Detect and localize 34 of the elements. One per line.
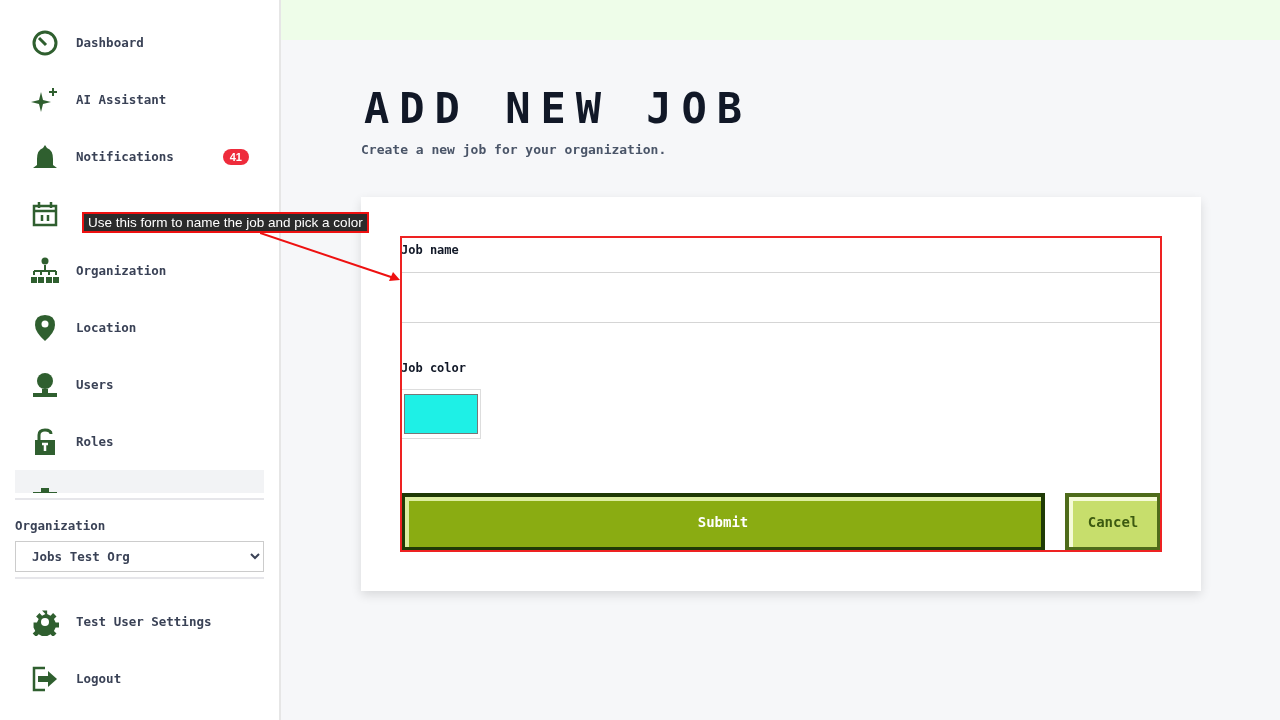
nav-item[interactable]: Location: [15, 299, 264, 356]
cancel-button[interactable]: Cancel: [1065, 493, 1161, 551]
color-picker[interactable]: [401, 389, 481, 439]
field-label: Job name: [401, 243, 460, 257]
nav-item[interactable]: Dashboard: [15, 14, 264, 71]
nav-label: Organization: [76, 263, 167, 278]
nav-label: Logout: [76, 671, 122, 686]
notification-badge: 41: [222, 148, 249, 165]
nav-label: AI Assistant: [76, 92, 167, 107]
nav-label: Dashboard: [76, 35, 144, 50]
annotation-label: Use this form to name the job and pick a color: [82, 212, 369, 233]
nav-label: Location: [76, 320, 137, 335]
nav-label: Roles: [76, 434, 114, 449]
nav-item[interactable]: Notifications 41: [15, 128, 264, 185]
nav-label: Notifications: [76, 149, 174, 164]
nav-item[interactable]: Users: [15, 356, 264, 413]
organization-select[interactable]: Jobs Test Org: [15, 541, 264, 572]
page-title: ADD NEW JOB: [364, 84, 754, 134]
nav-item[interactable]: Roles: [15, 413, 264, 470]
nav-item[interactable]: AI Assistant: [15, 71, 264, 128]
organization-label: Organization: [15, 518, 107, 533]
input-field[interactable]: [401, 272, 1161, 323]
nav-label: Users: [76, 377, 114, 392]
nav-label: Test User Settings: [76, 614, 212, 629]
nav-item[interactable]: Organization: [15, 242, 264, 299]
calendar-icon[interactable]: [31, 199, 59, 228]
nav-item[interactable]: Logout: [15, 650, 264, 707]
org-chart-icon: [31, 256, 59, 285]
user-icon: [31, 370, 59, 399]
nav-item[interactable]: Test User Settings: [15, 593, 264, 650]
field-label: Job color: [401, 361, 468, 375]
dashboard-icon: [31, 28, 59, 57]
page-subtitle: Create a new job for your organization.: [361, 142, 668, 157]
logout-icon: [31, 664, 59, 693]
